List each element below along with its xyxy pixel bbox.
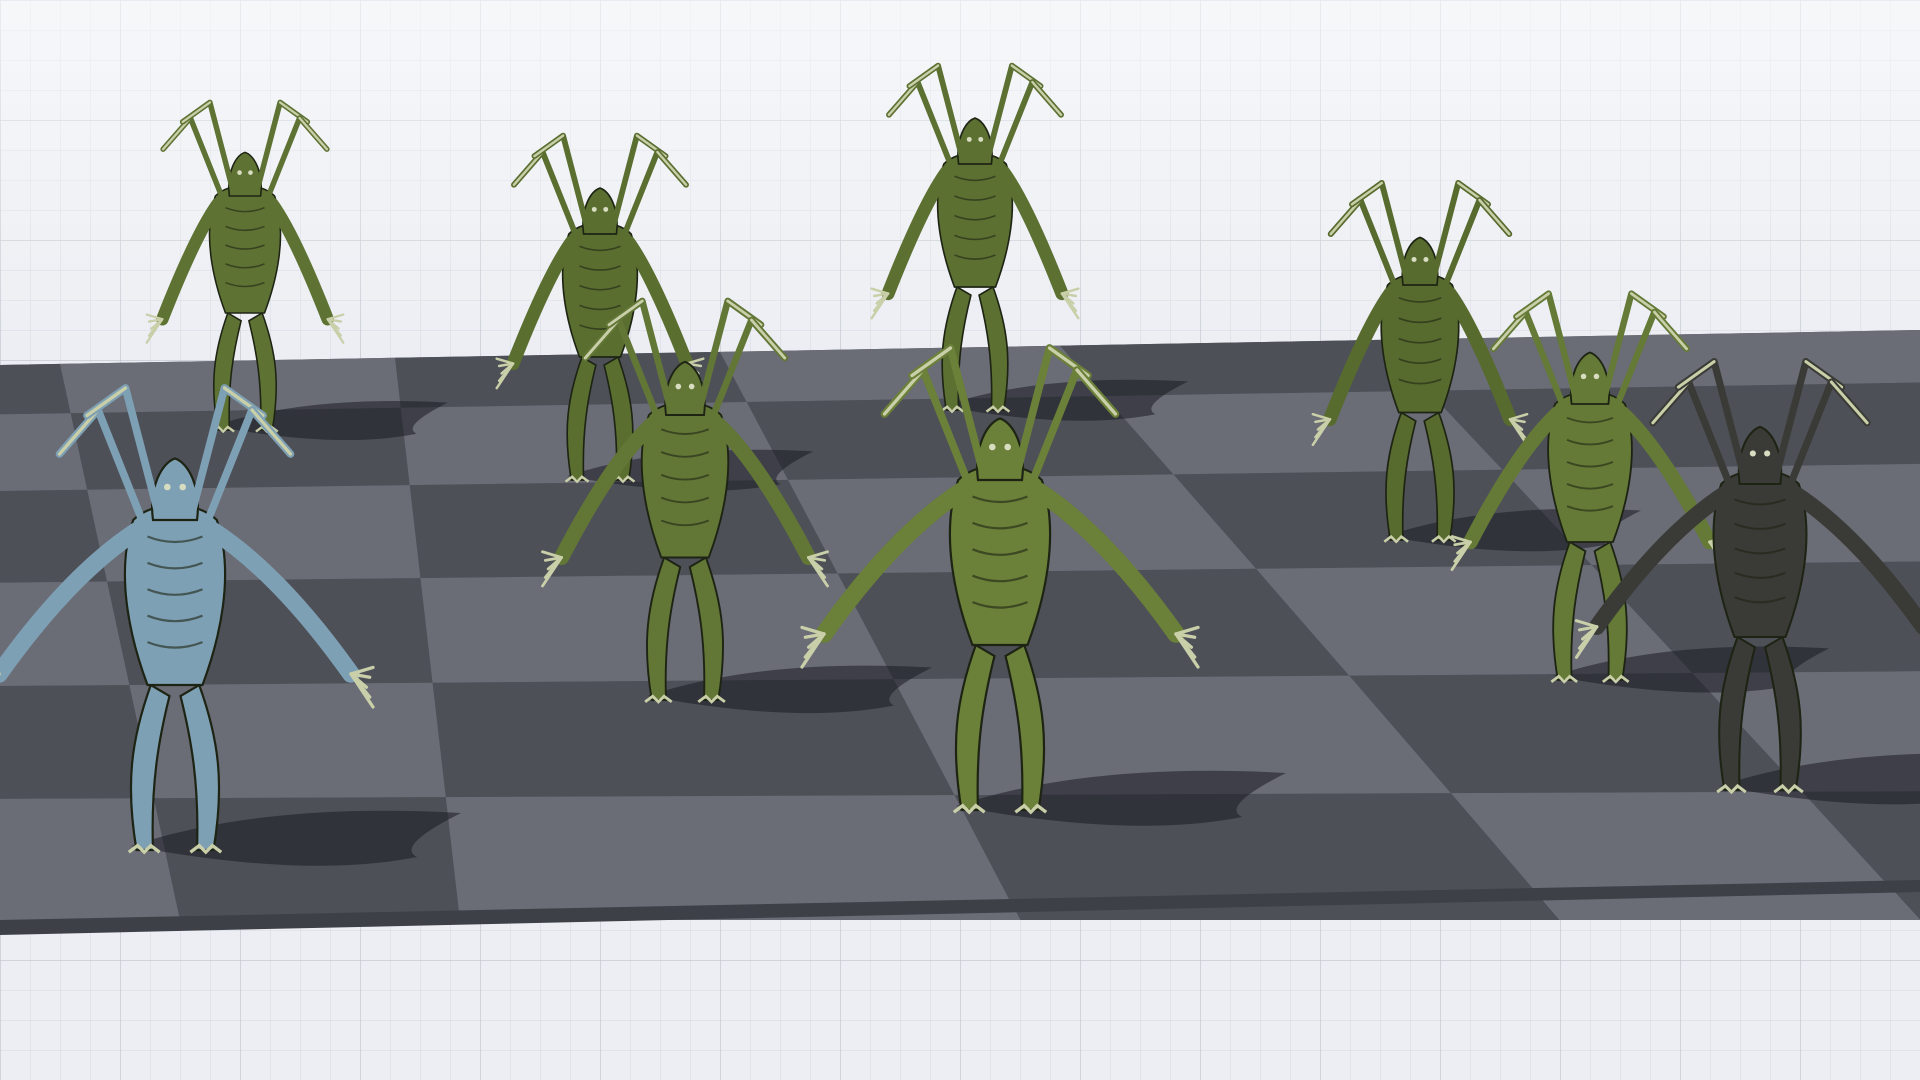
floor-tile <box>129 682 446 799</box>
game-viewport[interactable] <box>0 0 1920 1080</box>
scene-canvas[interactable] <box>0 0 1920 1080</box>
floor-tile <box>0 363 71 415</box>
